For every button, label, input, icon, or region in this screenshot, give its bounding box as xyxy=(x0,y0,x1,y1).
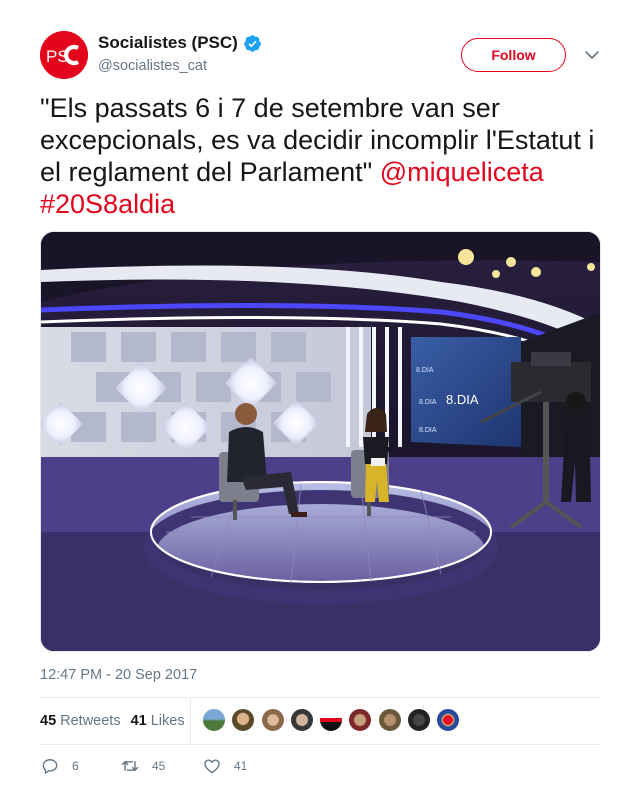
screen-text-2: 8.DIA xyxy=(419,399,437,406)
liker-avatar[interactable] xyxy=(348,708,373,732)
chevron-down-icon[interactable] xyxy=(583,46,601,64)
timestamp[interactable]: 12:47 PM - 20 Sep 2017 xyxy=(40,667,197,683)
reply-action[interactable]: 6 xyxy=(40,756,120,776)
liker-avatars xyxy=(202,708,466,732)
handle[interactable]: @socialistes_cat xyxy=(98,58,207,74)
name-row: Socialistes (PSC) xyxy=(98,33,262,53)
verified-badge-icon xyxy=(243,34,262,53)
liker-avatar[interactable] xyxy=(407,708,432,732)
heart-icon xyxy=(204,759,220,774)
retweets-stat[interactable]: 45 Retweets xyxy=(40,713,121,729)
psc-logo-icon: PS xyxy=(40,31,88,79)
liker-avatar[interactable] xyxy=(319,708,344,732)
divider-bottom xyxy=(40,744,600,745)
screen-text-3: 8.DIA xyxy=(446,392,479,407)
reply-count: 6 xyxy=(72,759,79,773)
action-bar: 6 45 41 xyxy=(40,756,247,776)
screen-text-4: 8.DIA xyxy=(419,427,437,434)
tweet-card: PS Socialistes (PSC) @socialistes_cat Fo… xyxy=(0,0,640,806)
retweet-icon xyxy=(121,761,139,771)
hashtag-link[interactable]: #20S8aldia xyxy=(40,189,175,219)
like-count: 41 xyxy=(234,759,248,773)
like-action[interactable]: 41 xyxy=(202,756,247,776)
liker-avatar[interactable] xyxy=(436,708,461,732)
likes-stat[interactable]: 41 Likes xyxy=(131,713,185,729)
liker-avatar[interactable] xyxy=(377,708,402,732)
tweet-text: "Els passats 6 i 7 de setembre van ser e… xyxy=(40,92,610,220)
stats-separator xyxy=(190,698,191,744)
display-name[interactable]: Socialistes (PSC) xyxy=(98,33,238,53)
stats-bar: 45 Retweets 41 Likes xyxy=(40,698,600,744)
likes-count: 41 xyxy=(130,713,147,729)
retweet-count: 45 xyxy=(152,759,166,773)
liker-avatar[interactable] xyxy=(260,708,285,732)
follow-button[interactable]: Follow xyxy=(461,38,566,72)
tweet-photo[interactable]: 8.DIA 8.DIA 8.DIA 8.DIA xyxy=(40,231,601,652)
liker-avatar[interactable] xyxy=(202,708,226,732)
avatar[interactable]: PS xyxy=(40,31,88,79)
liker-avatar[interactable] xyxy=(289,708,314,732)
mention-link[interactable]: @miqueliceta xyxy=(380,157,544,187)
liker-avatar[interactable] xyxy=(231,708,256,732)
screen-text-1: 8.DIA xyxy=(416,367,434,374)
tv-studio-photo: 8.DIA 8.DIA 8.DIA 8.DIA xyxy=(41,232,600,651)
reply-icon xyxy=(42,759,58,774)
likes-label: Likes xyxy=(150,713,185,729)
retweets-label: Retweets xyxy=(60,713,121,729)
retweet-action[interactable]: 45 xyxy=(120,756,202,776)
retweets-count: 45 xyxy=(40,713,57,729)
